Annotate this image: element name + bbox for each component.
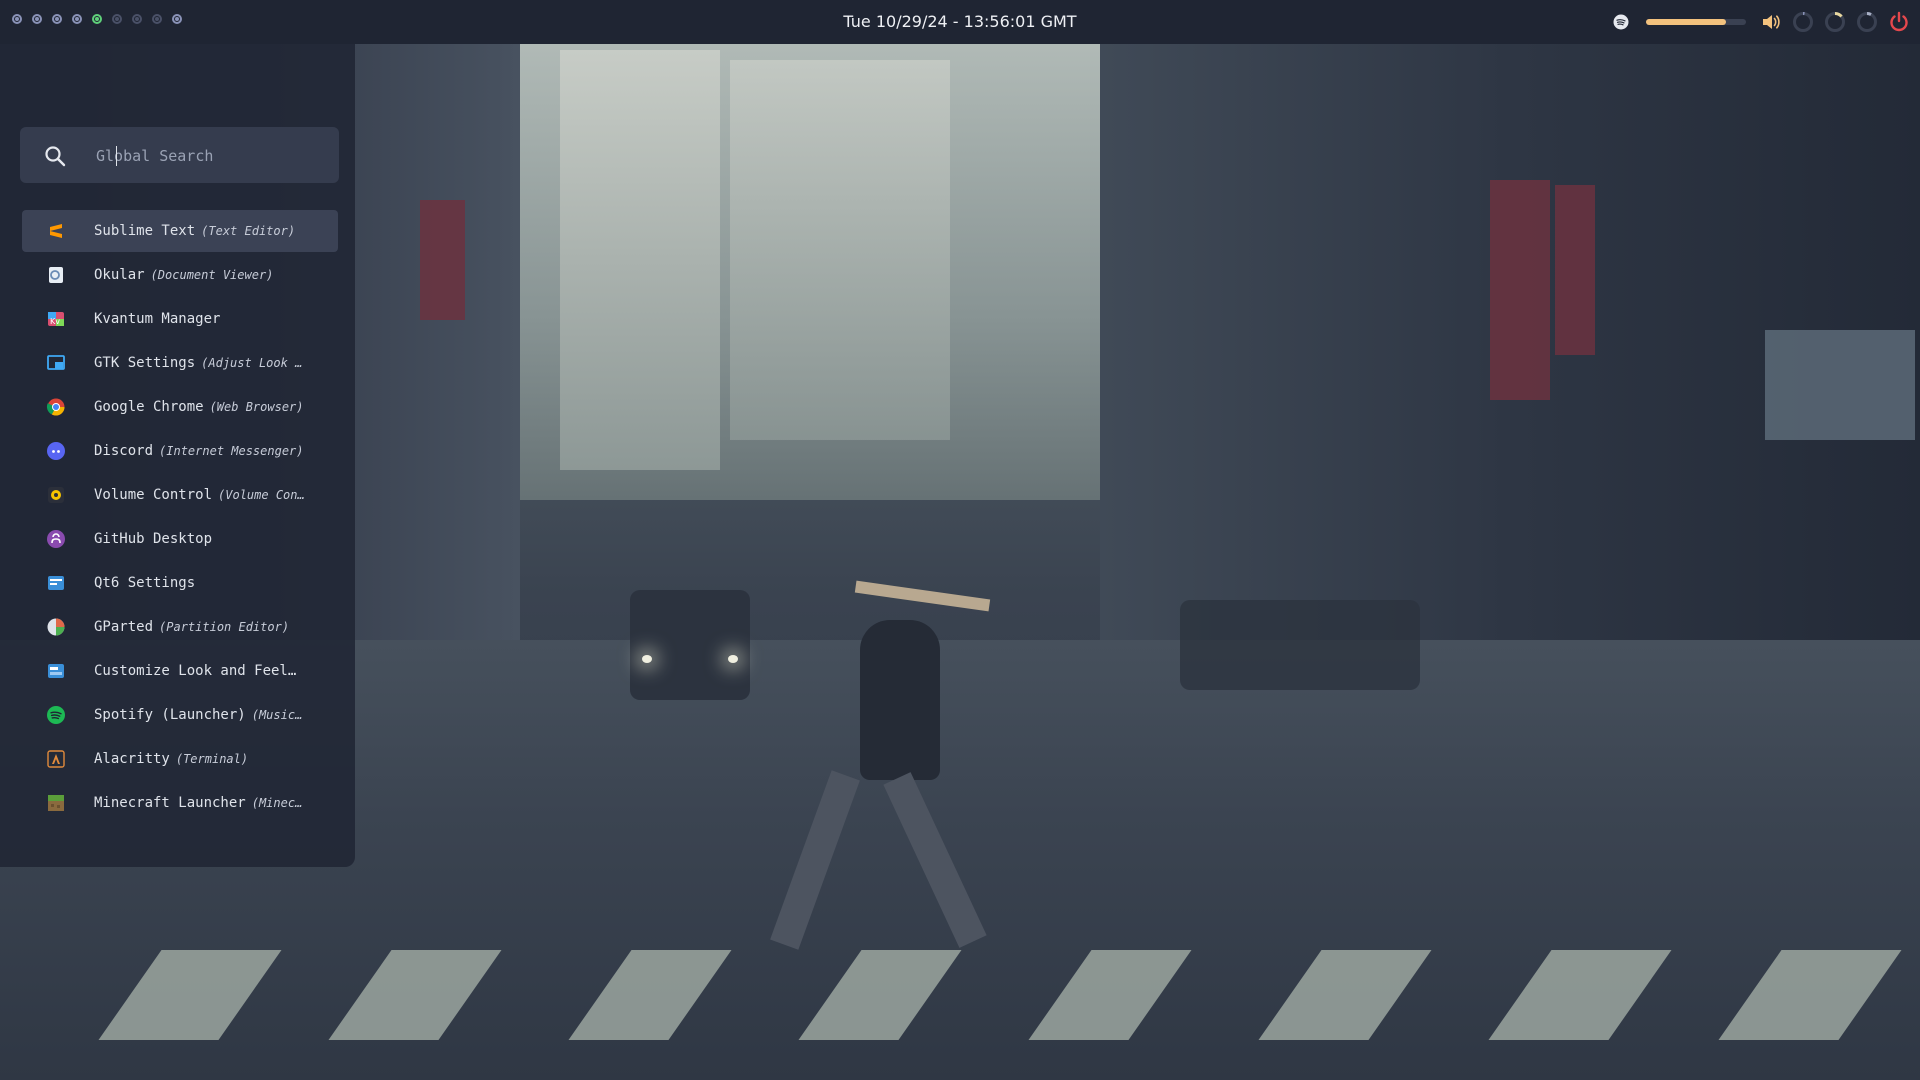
app-item[interactable]: Kv Kvantum Manager [22, 298, 338, 340]
gparted-icon [46, 617, 66, 637]
memory-ring-icon [1824, 11, 1846, 33]
app-item[interactable]: GParted (Partition Editor) [22, 606, 338, 648]
qt6-settings-icon [46, 573, 66, 593]
app-description: (Adjust Look … [201, 356, 303, 370]
app-name: Customize Look and Feel… [94, 663, 297, 679]
app-name: Spotify (Launcher) [94, 707, 246, 723]
app-item[interactable]: Customize Look and Feel… [22, 650, 338, 692]
app-name: GParted [94, 619, 154, 635]
kvantum-icon: Kv [46, 309, 66, 329]
app-label: GTK Settings (Adjust Look … [94, 342, 316, 384]
volume-control-icon [46, 485, 66, 505]
top-bar: Tue 10/29/24 - 13:56:01 GMT [0, 0, 1920, 44]
app-label: Alacritty (Terminal) [94, 738, 316, 780]
app-item[interactable]: Alacritty (Terminal) [22, 738, 338, 780]
app-description: (Web Browser) [209, 400, 304, 414]
app-name: Okular [94, 267, 145, 283]
app-name: Google Chrome [94, 399, 204, 415]
app-label: GitHub Desktop [94, 518, 316, 560]
app-name: Discord [94, 443, 154, 459]
wallpaper-sign [1490, 180, 1550, 400]
app-description: (Document Viewer) [150, 268, 274, 282]
app-name: GitHub Desktop [94, 531, 213, 547]
spotify-icon[interactable] [1610, 11, 1632, 33]
app-name: Kvantum Manager [94, 311, 221, 327]
okular-icon [46, 265, 66, 285]
app-label: Customize Look and Feel… [94, 650, 316, 692]
app-description: (Music… [251, 708, 303, 722]
discord-icon [46, 441, 66, 461]
wallpaper-pedestrian [860, 620, 940, 780]
app-item[interactable]: Minecraft Launcher (Minec… [22, 782, 338, 824]
cpu-ring-icon [1792, 11, 1814, 33]
app-description: (Internet Messenger) [159, 444, 304, 458]
app-description: (Text Editor) [201, 224, 296, 238]
system-tray [1610, 10, 1910, 34]
chrome-icon [46, 397, 66, 417]
customize-look-icon [46, 661, 66, 681]
app-label: Minecraft Launcher (Minec… [94, 782, 316, 824]
app-name: Sublime Text [94, 223, 196, 239]
wallpaper-sign [1765, 330, 1915, 440]
app-item[interactable]: Discord (Internet Messenger) [22, 430, 338, 472]
power-icon[interactable] [1888, 11, 1910, 33]
search-icon [45, 146, 66, 167]
wallpaper-car [1180, 600, 1420, 690]
text-caret [116, 146, 117, 166]
sublime-text-icon [46, 221, 66, 241]
app-description: (Partition Editor) [159, 620, 290, 634]
spotify-app-icon [46, 705, 66, 725]
app-label: Sublime Text (Text Editor) [94, 210, 316, 252]
svg-text:Kv: Kv [50, 317, 60, 326]
app-label: Spotify (Launcher) (Music… [94, 694, 316, 736]
wallpaper-headlight [642, 655, 652, 663]
wallpaper-headlight [728, 655, 738, 663]
app-item[interactable]: GTK Settings (Adjust Look … [22, 342, 338, 384]
wallpaper-umbrella-board [854, 580, 991, 612]
app-name: Alacritty [94, 751, 170, 767]
app-item[interactable]: GitHub Desktop [22, 518, 338, 560]
wallpaper-tower [730, 60, 950, 440]
app-label: Discord (Internet Messenger) [94, 430, 316, 472]
volume-slider[interactable] [1646, 19, 1746, 25]
wallpaper-tower [560, 50, 720, 470]
app-name: Volume Control [94, 487, 213, 503]
disk-ring-icon [1856, 11, 1878, 33]
search-box[interactable] [20, 127, 339, 183]
app-label: GParted (Partition Editor) [94, 606, 316, 648]
app-label: Kvantum Manager [94, 298, 316, 340]
wallpaper-car [630, 590, 750, 700]
speaker-icon[interactable] [1760, 11, 1782, 33]
app-list: Sublime Text (Text Editor) Okular (Document… [22, 210, 338, 826]
wallpaper-sign [420, 200, 465, 320]
github-icon [46, 529, 66, 549]
app-label: Google Chrome (Web Browser) [94, 386, 316, 428]
app-item[interactable]: Qt6 Settings [22, 562, 338, 604]
app-label: Okular (Document Viewer) [94, 254, 316, 296]
app-item[interactable]: Google Chrome (Web Browser) [22, 386, 338, 428]
app-item[interactable]: Sublime Text (Text Editor) [22, 210, 338, 252]
volume-slider-fill [1646, 19, 1726, 25]
app-name: Minecraft Launcher [94, 795, 246, 811]
app-label: Volume Control (Volume Con… [94, 474, 316, 516]
app-description: (Terminal) [175, 752, 249, 766]
app-description: (Minec… [251, 796, 303, 810]
search-input[interactable] [94, 141, 328, 171]
wallpaper-sign [1555, 185, 1595, 355]
app-launcher: Sublime Text (Text Editor) Okular (Document… [0, 44, 355, 867]
app-name: Qt6 Settings [94, 575, 196, 591]
app-label: Qt6 Settings [94, 562, 316, 604]
app-item[interactable]: Okular (Document Viewer) [22, 254, 338, 296]
app-item[interactable]: Volume Control (Volume Con… [22, 474, 338, 516]
app-item[interactable]: Spotify (Launcher) (Music… [22, 694, 338, 736]
alacritty-icon [46, 749, 66, 769]
gtk-settings-icon [46, 353, 66, 373]
app-name: GTK Settings [94, 355, 196, 371]
minecraft-icon [46, 793, 66, 813]
app-description: (Volume Con… [218, 488, 305, 502]
